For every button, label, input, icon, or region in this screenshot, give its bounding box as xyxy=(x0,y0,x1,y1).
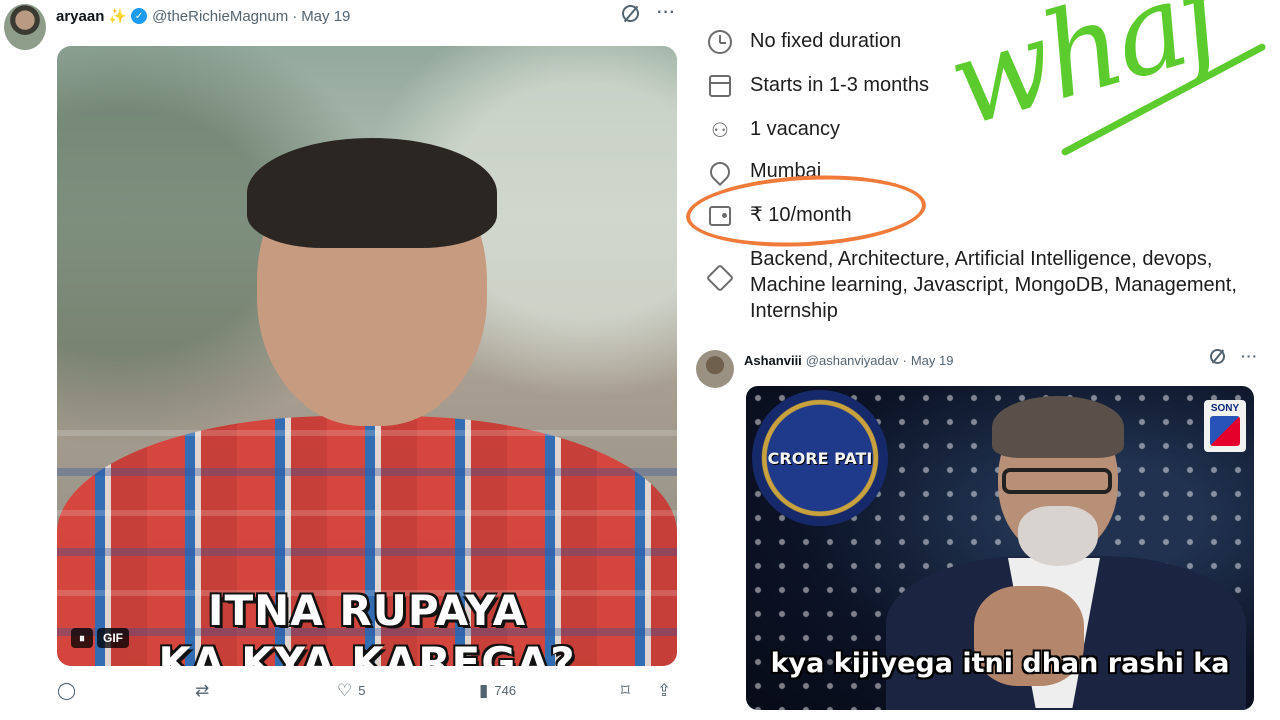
avatar[interactable] xyxy=(696,350,734,388)
grok-icon[interactable] xyxy=(1210,348,1225,364)
tweet-aryaan: aryaan ✨ ✓ @theRichieMagnum · May 19 ···… xyxy=(0,0,686,720)
location-pin-icon xyxy=(705,157,735,187)
retweet-button[interactable]: ⇄ xyxy=(195,682,209,699)
views-chart-icon: ▮ xyxy=(479,681,489,700)
handle[interactable]: @theRichieMagnum xyxy=(152,8,288,25)
video-subtitle: kya kijiyega itni dhan rashi ka xyxy=(770,648,1230,679)
channel-logo-text: SONY xyxy=(1210,403,1240,414)
channel-logo-mark xyxy=(1210,416,1240,446)
reply-button[interactable]: ◯ xyxy=(57,682,76,699)
skills-icon xyxy=(705,263,735,293)
tweet-ashanviii: Ashanviii @ashanviyadav · May 19 ··· CRO… xyxy=(686,340,1280,720)
retweet-icon: ⇄ xyxy=(195,681,210,700)
skills-text: Backend, Architecture, Artificial Intell… xyxy=(750,248,1237,322)
skills-row: Backend, Architecture, Artificial Intell… xyxy=(705,246,1250,324)
handwritten-whaf: whaf xyxy=(934,0,1237,154)
separator: · xyxy=(292,7,298,25)
grok-icon[interactable] xyxy=(622,4,639,22)
more-options-icon[interactable]: ··· xyxy=(657,4,676,22)
start-row: Starts in 1-3 months xyxy=(706,72,929,100)
tweet-action-bar: ◯ ⇄ ♡ 5 ▮ 746 ⌑ ⇪ xyxy=(57,682,677,706)
duration-row: No fixed duration xyxy=(706,28,901,56)
host-glasses xyxy=(1002,468,1112,494)
kbc-logo: CRORE PATI xyxy=(752,390,888,526)
timestamp[interactable]: May 19 xyxy=(911,353,954,368)
share-button[interactable]: ⇪ xyxy=(657,682,671,699)
host-beard xyxy=(1018,506,1098,566)
views-button[interactable]: ▮ 746 xyxy=(479,682,516,699)
host-hair xyxy=(992,396,1124,458)
sparkle-icon: ✨ xyxy=(108,8,128,25)
tweet-header: Ashanviii @ashanviyadav · May 19 xyxy=(744,350,953,370)
vacancy-row: ⚇ 1 vacancy xyxy=(706,116,840,144)
gif-caption-line-2: KA KYA KAREGA? xyxy=(158,638,576,666)
person-hair xyxy=(247,138,497,248)
tweet-header-actions: ··· xyxy=(622,4,676,22)
sony-channel-logo: SONY xyxy=(1204,400,1246,452)
more-options-icon[interactable]: ··· xyxy=(1241,348,1258,364)
duration-text: No fixed duration xyxy=(750,30,902,52)
timestamp[interactable]: May 19 xyxy=(301,8,350,25)
people-icon: ⚇ xyxy=(711,119,729,142)
bookmark-icon: ⌑ xyxy=(621,681,630,700)
clock-icon xyxy=(706,28,734,56)
avatar[interactable] xyxy=(4,4,46,50)
heart-icon: ♡ xyxy=(337,681,353,700)
vacancy-text: 1 vacancy xyxy=(750,118,841,140)
pause-icon[interactable]: ⏸ xyxy=(71,628,93,648)
display-name[interactable]: Ashanviii xyxy=(744,353,802,368)
separator: · xyxy=(902,352,907,368)
tweet-header: aryaan ✨ ✓ @theRichieMagnum · May 19 xyxy=(56,6,350,26)
display-name[interactable]: aryaan xyxy=(56,8,104,25)
calendar-icon xyxy=(706,72,734,100)
gif-caption-line-1: ITNA RUPAYA xyxy=(207,586,527,635)
handle[interactable]: @ashanviyadav xyxy=(806,353,899,368)
views-count: 746 xyxy=(494,683,517,698)
start-text: Starts in 1-3 months xyxy=(750,74,929,96)
kbc-logo-text: CRORE PATI xyxy=(767,448,873,468)
bookmark-button[interactable]: ⌑ xyxy=(621,682,630,699)
share-icon: ⇪ xyxy=(657,681,672,700)
kbc-image[interactable]: CRORE PATI SONY kya kijiyega itni dhan r… xyxy=(746,386,1254,710)
reply-icon: ◯ xyxy=(57,681,77,700)
internship-details-card: No fixed duration Starts in 1-3 months ⚇… xyxy=(686,0,1280,340)
like-count: 5 xyxy=(358,683,366,698)
tweet-header-actions: ··· xyxy=(1210,348,1258,364)
like-button[interactable]: ♡ 5 xyxy=(337,682,365,699)
gif-controls: ⏸ GIF xyxy=(71,628,129,648)
gif-media[interactable]: ITNA RUPAYA KA KYA KAREGA? ⏸ GIF xyxy=(57,46,677,666)
verified-badge-icon: ✓ xyxy=(131,8,148,24)
gif-badge: GIF xyxy=(97,628,129,648)
